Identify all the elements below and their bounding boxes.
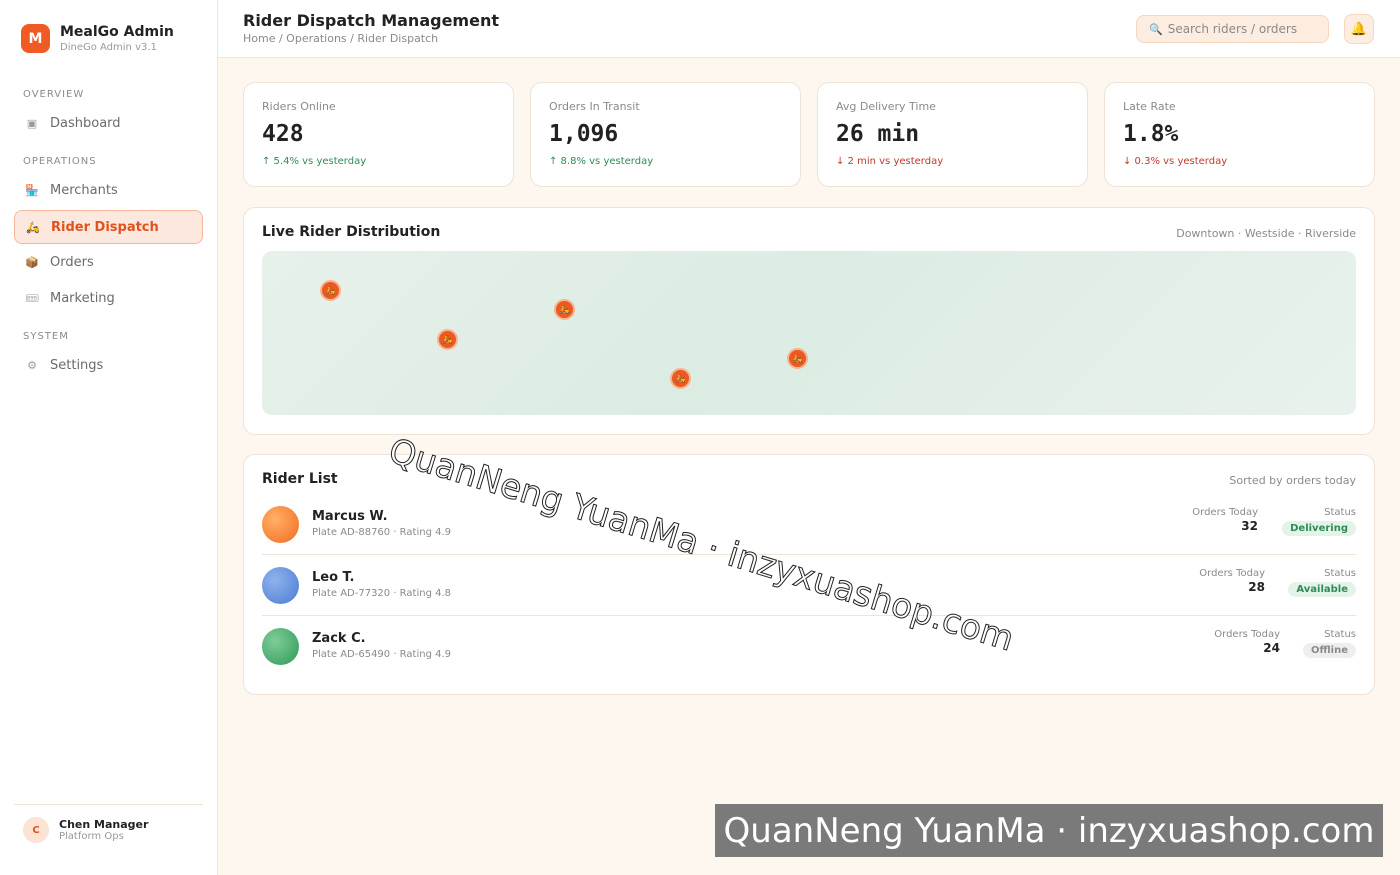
rider-pin-icon[interactable]: 🛵 [787, 348, 808, 369]
nav-section-overview: OVERVIEW [23, 89, 85, 100]
orders-today-value: 32 [1241, 519, 1258, 533]
stat-value: 428 [262, 121, 304, 147]
rider-pin-icon[interactable]: 🛵 [554, 299, 575, 320]
status: Status Offline [1303, 629, 1356, 658]
sidebar-item-label: Rider Dispatch [51, 219, 159, 235]
nav-section-system: SYSTEM [23, 331, 69, 342]
table-row[interactable]: Zack C. Plate AD-65490 · Rating 4.9 Orde… [262, 616, 1356, 677]
stat-value: 26 min [836, 121, 920, 147]
stat-trend: ↑ 8.8% vs yesterday [549, 156, 654, 167]
status: Status Delivering [1282, 507, 1356, 536]
rider-pin-icon[interactable]: 🛵 [320, 280, 341, 301]
rider-name: Zack C. [312, 631, 366, 646]
stat-card-orders-in-transit: Orders In Transit 1,096 ↑ 8.8% vs yester… [530, 82, 801, 187]
sidebar-item-dashboard[interactable]: ▣ Dashboard [14, 106, 203, 140]
sidebar-item-label: Settings [50, 357, 104, 373]
stat-card-riders-online: Riders Online 428 ↑ 5.4% vs yesterday [243, 82, 514, 187]
dashboard-icon: ▣ [26, 116, 38, 130]
avatar [262, 567, 299, 604]
stat-trend: ↑ 5.4% vs yesterday [262, 156, 367, 167]
stat-card-avg-delivery-time: Avg Delivery Time 26 min ↓ 2 min vs yest… [817, 82, 1088, 187]
rider-pin-icon[interactable]: 🛵 [670, 368, 691, 389]
sidebar-item-settings[interactable]: ⚙ Settings [14, 348, 203, 382]
search-input[interactable]: 🔍 Search riders / orders [1136, 15, 1329, 43]
sidebar-item-orders[interactable]: 📦 Orders [14, 245, 203, 279]
sidebar: M MealGo Admin DineGo Admin v3.1 OVERVIE… [0, 0, 218, 875]
sidebar-item-label: Merchants [50, 182, 118, 198]
watermark-banner: QuanNeng YuanMa · inzyxuashop.com [715, 804, 1383, 857]
table-row[interactable]: Marcus W. Plate AD-88760 · Rating 4.9 Or… [262, 494, 1356, 555]
avatar [262, 506, 299, 543]
stat-trend: ↓ 2 min vs yesterday [836, 156, 944, 167]
stat-card-late-rate: Late Rate 1.8% ↓ 0.3% vs yesterday [1104, 82, 1375, 187]
store-icon: 🏪 [25, 183, 39, 197]
brand-version: DineGo Admin v3.1 [60, 42, 157, 53]
stat-value: 1.8% [1123, 121, 1179, 147]
map-areas: Downtown · Westside · Riverside [1176, 227, 1356, 240]
avatar [262, 628, 299, 665]
stat-label: Riders Online [262, 100, 336, 113]
page-title: Rider Dispatch Management [243, 11, 499, 30]
breadcrumb[interactable]: Home / Operations / Rider Dispatch [243, 32, 438, 45]
orders-today: Orders Today 24 [1214, 629, 1280, 655]
user-name: Chen Manager [59, 818, 149, 831]
sidebar-item-label: Marketing [50, 290, 115, 306]
sidebar-item-label: Orders [50, 254, 94, 270]
notifications-button[interactable]: 🔔 [1344, 14, 1374, 44]
sort-note[interactable]: Sorted by orders today [1229, 474, 1356, 487]
stat-label: Late Rate [1123, 100, 1176, 113]
user-role: Platform Ops [59, 831, 124, 842]
sidebar-item-rider-dispatch[interactable]: 🛵 Rider Dispatch [14, 210, 203, 244]
search-placeholder: Search riders / orders [1167, 22, 1298, 36]
rider-details: Plate AD-65490 · Rating 4.9 [312, 649, 452, 660]
rider-pin-icon[interactable]: 🛵 [437, 329, 458, 350]
section-title: Rider List [262, 471, 338, 487]
orders-today: Orders Today 28 [1199, 568, 1265, 594]
rider-name: Marcus W. [312, 509, 388, 524]
rider-details: Plate AD-77320 · Rating 4.8 [312, 588, 452, 599]
sidebar-item-marketing[interactable]: 🎟 Marketing [14, 281, 203, 315]
section-title: Live Rider Distribution [262, 224, 441, 240]
bell-icon: 🔔 [1350, 21, 1368, 37]
user-profile[interactable]: C Chen Manager Platform Ops [14, 804, 203, 843]
orders-today-value: 28 [1248, 580, 1265, 594]
orders-today-value: 24 [1263, 641, 1280, 655]
live-rider-distribution-card: Live Rider Distribution Downtown · Wests… [243, 207, 1375, 435]
avatar: C [23, 817, 49, 843]
stat-trend: ↓ 0.3% vs yesterday [1123, 156, 1228, 167]
ticket-icon: 🎟 [25, 291, 39, 305]
brand[interactable]: M MealGo Admin DineGo Admin v3.1 [21, 24, 174, 53]
nav-section-operations: OPERATIONS [23, 156, 97, 167]
status-badge: Available [1288, 582, 1356, 597]
rider-map[interactable]: 🛵 🛵 🛵 🛵 🛵 [262, 251, 1356, 415]
status-badge: Offline [1303, 643, 1356, 658]
sidebar-item-label: Dashboard [50, 115, 121, 131]
scooter-icon: 🛵 [26, 220, 40, 234]
box-icon: 📦 [25, 255, 39, 269]
orders-today: Orders Today 32 [1192, 507, 1258, 533]
brand-logo: M [21, 24, 50, 53]
search-icon: 🔍 [1149, 22, 1163, 36]
rider-name: Leo T. [312, 570, 355, 585]
status: Status Available [1288, 568, 1356, 597]
brand-name: MealGo Admin [60, 24, 174, 40]
status-badge: Delivering [1282, 521, 1356, 536]
stat-label: Orders In Transit [549, 100, 640, 113]
gear-icon: ⚙ [27, 358, 37, 372]
stat-value: 1,096 [549, 121, 619, 147]
stat-label: Avg Delivery Time [836, 100, 936, 113]
header: Rider Dispatch Management Home / Operati… [218, 0, 1400, 58]
sidebar-item-merchants[interactable]: 🏪 Merchants [14, 173, 203, 207]
rider-details: Plate AD-88760 · Rating 4.9 [312, 527, 452, 538]
